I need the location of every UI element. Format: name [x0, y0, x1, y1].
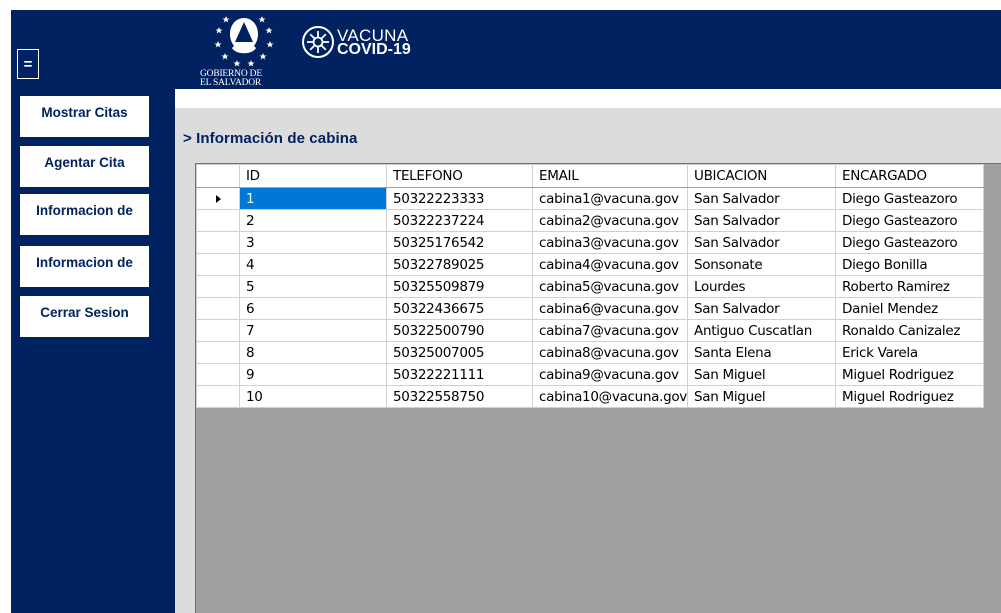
main-content: > Información de cabina ID TELEFONO EMAI… [175, 89, 1001, 613]
sidebar: Mostrar Citas Agentar Cita Informacion d… [11, 89, 175, 613]
vaccine-badge-icon [302, 26, 334, 58]
cell-encargado[interactable]: Erick Varela [835, 341, 985, 364]
cell-ubicacion[interactable]: San Miguel [687, 363, 837, 386]
cell-encargado[interactable]: Ronaldo Canizalez [835, 319, 985, 342]
cell-email[interactable]: cabina1@vacuna.gov [531, 187, 689, 210]
column-header-telefono[interactable]: TELEFONO [386, 164, 533, 188]
cell-encargado[interactable]: Diego Gasteazoro [835, 231, 985, 254]
cell-id[interactable]: 9 [239, 363, 387, 386]
cell-encargado[interactable]: Diego Bonilla [835, 253, 985, 276]
row-header-cell[interactable] [196, 187, 240, 210]
current-row-arrow-icon [215, 194, 221, 203]
cell-id[interactable]: 7 [239, 319, 387, 342]
table-row[interactable]: 2 50322237224 cabina2@vacuna.gov San Salvad… [196, 209, 985, 232]
column-header-email[interactable]: EMAIL [531, 164, 689, 188]
cell-encargado[interactable]: Roberto Ramirez [835, 275, 985, 298]
sidebar-item-cerrar-sesion[interactable]: Cerrar Sesion [20, 296, 149, 337]
cabina-data-grid[interactable]: ID TELEFONO EMAIL UBICACION ENCARGADO 15… [195, 163, 1001, 613]
cell-ubicacion[interactable]: Sonsonate [687, 253, 837, 276]
table-row[interactable]: 5 50325509879 cabina5@vacuna.gov Lourdes Rob… [196, 275, 985, 298]
cell-email[interactable]: cabina8@vacuna.gov [531, 341, 689, 364]
cell-id[interactable]: 6 [239, 297, 387, 320]
sidebar-item-mostrar-citas[interactable]: Mostrar Citas [20, 96, 149, 137]
cell-ubicacion[interactable]: San Salvador [687, 297, 837, 320]
cell-email[interactable]: cabina9@vacuna.gov [531, 363, 689, 386]
row-header-cell[interactable] [196, 209, 240, 232]
vacuna-covid-logo: VACUNA COVID-19 [301, 25, 441, 65]
app-window: = GOBIERNO DE EL SALVADOR VACUNA COVID-1… [11, 10, 1001, 613]
cell-telefono[interactable]: 50322436675 [386, 297, 533, 320]
cell-id[interactable]: 2 [239, 209, 387, 232]
column-header-id[interactable]: ID [239, 164, 387, 188]
cell-encargado[interactable]: Diego Gasteazoro [835, 209, 985, 232]
cell-ubicacion[interactable]: Lourdes [687, 275, 837, 298]
gobierno-line2: EL SALVADOR [200, 78, 262, 88]
row-header-cell[interactable] [196, 297, 240, 320]
cell-ubicacion[interactable]: San Salvador [687, 209, 837, 232]
cell-ubicacion[interactable]: San Salvador [687, 187, 837, 210]
cell-telefono[interactable]: 50322500790 [386, 319, 533, 342]
table-row[interactable]: 10 50322558750 cabina10@vacuna.gov San Migu… [196, 385, 985, 408]
table-row[interactable]: 6 50322436675 cabina6@vacuna.gov San Salvad… [196, 297, 985, 320]
row-header-cell[interactable] [196, 253, 240, 276]
table-row[interactable]: 3 50325176542 cabina3@vacuna.gov San Salvad… [196, 231, 985, 254]
row-header-cell[interactable] [196, 319, 240, 342]
cell-telefono[interactable]: 50322789025 [386, 253, 533, 276]
sidebar-item-informacion-1[interactable]: Informacion de [20, 194, 149, 235]
cell-email[interactable]: cabina10@vacuna.gov [531, 385, 689, 408]
cell-telefono[interactable]: 50325007005 [386, 341, 533, 364]
cell-id[interactable]: 10 [239, 385, 387, 408]
cell-id[interactable]: 4 [239, 253, 387, 276]
cell-id[interactable]: 5 [239, 275, 387, 298]
table-row[interactable]: 7 50322500790 cabina7@vacuna.gov Antiguo Cu… [196, 319, 985, 342]
cell-email[interactable]: cabina2@vacuna.gov [531, 209, 689, 232]
el-salvador-seal-icon [214, 16, 274, 67]
cell-telefono[interactable]: 50322223333 [386, 187, 533, 210]
cell-email[interactable]: cabina3@vacuna.gov [531, 231, 689, 254]
cabina-panel: > Información de cabina ID TELEFONO EMAI… [175, 108, 1001, 613]
row-header-cell[interactable] [196, 385, 240, 408]
cell-id[interactable]: 1 [239, 187, 387, 210]
cabina-table: ID TELEFONO EMAIL UBICACION ENCARGADO 15… [196, 164, 985, 408]
row-header-cell[interactable] [196, 363, 240, 386]
row-header-corner [196, 164, 240, 188]
cell-ubicacion[interactable]: San Salvador [687, 231, 837, 254]
row-header-cell[interactable] [196, 275, 240, 298]
cell-email[interactable]: cabina7@vacuna.gov [531, 319, 689, 342]
cell-ubicacion[interactable]: Antiguo Cuscatlan [687, 319, 837, 342]
sidebar-item-informacion-2[interactable]: Informacion de [20, 246, 149, 287]
page-title: > Información de cabina [183, 130, 358, 147]
menu-toggle-button[interactable]: = [17, 49, 39, 79]
cell-encargado[interactable]: Miguel Rodriguez [835, 385, 985, 408]
covid-text: COVID-19 [337, 41, 411, 58]
table-row[interactable]: 8 50325007005 cabina8@vacuna.gov Santa Elen… [196, 341, 985, 364]
gobierno-text: GOBIERNO DE EL SALVADOR [200, 69, 290, 88]
cell-encargado[interactable]: Daniel Mendez [835, 297, 985, 320]
cell-email[interactable]: cabina4@vacuna.gov [531, 253, 689, 276]
table-row[interactable]: 9 50322221111 cabina9@vacuna.gov San Miguel… [196, 363, 985, 386]
cell-encargado[interactable]: Miguel Rodriguez [835, 363, 985, 386]
sidebar-item-agentar-cita[interactable]: Agentar Cita [20, 146, 149, 187]
table-header-row: ID TELEFONO EMAIL UBICACION ENCARGADO [196, 164, 985, 188]
cell-id[interactable]: 8 [239, 341, 387, 364]
row-header-cell[interactable] [196, 231, 240, 254]
cell-ubicacion[interactable]: San Miguel [687, 385, 837, 408]
cell-telefono[interactable]: 50325176542 [386, 231, 533, 254]
cell-encargado[interactable]: Diego Gasteazoro [835, 187, 985, 210]
row-header-cell[interactable] [196, 341, 240, 364]
column-header-encargado[interactable]: ENCARGADO [835, 164, 985, 188]
gobierno-logo: GOBIERNO DE EL SALVADOR [200, 12, 290, 88]
header-bar: = GOBIERNO DE EL SALVADOR VACUNA COVID-1… [11, 10, 1001, 89]
cell-email[interactable]: cabina5@vacuna.gov [531, 275, 689, 298]
cell-telefono[interactable]: 50322237224 [386, 209, 533, 232]
cell-telefono[interactable]: 50322558750 [386, 385, 533, 408]
cell-email[interactable]: cabina6@vacuna.gov [531, 297, 689, 320]
cell-ubicacion[interactable]: Santa Elena [687, 341, 837, 364]
table-row[interactable]: 1 50322223333 cabina1@vacuna.gov San Salvad… [196, 187, 985, 210]
cell-telefono[interactable]: 50325509879 [386, 275, 533, 298]
cell-telefono[interactable]: 50322221111 [386, 363, 533, 386]
cell-id[interactable]: 3 [239, 231, 387, 254]
table-row[interactable]: 4 50322789025 cabina4@vacuna.gov Sonsonate D… [196, 253, 985, 276]
column-header-ubicacion[interactable]: UBICACION [687, 164, 837, 188]
